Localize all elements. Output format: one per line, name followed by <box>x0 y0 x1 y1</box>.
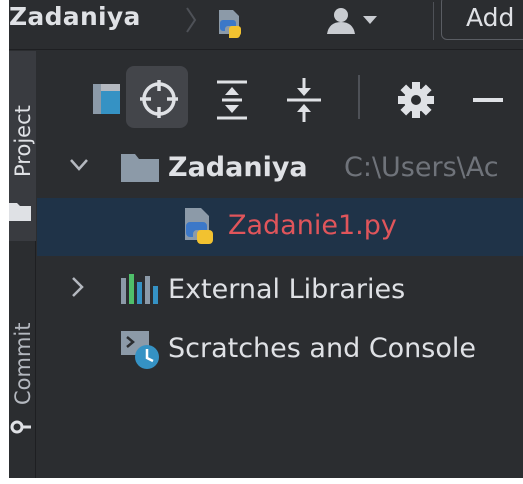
project-root-path: C:\Users\Ac <box>344 152 499 183</box>
external-libraries-label: External Libraries <box>168 274 406 305</box>
tree-row-scratches[interactable]: Scratches and Console <box>37 321 523 379</box>
chevron-down-icon[interactable] <box>69 158 89 172</box>
screenshot-frame: Zadaniya Add Project Commit Zadaniya C:\… <box>0 0 523 484</box>
tree-row-file[interactable]: Zadanie1.py <box>37 198 523 256</box>
tree-row-external-libraries[interactable]: External Libraries <box>37 262 523 320</box>
locate-icon <box>140 80 178 118</box>
scratches-label: Scratches and Console <box>168 333 476 364</box>
folder-icon <box>121 154 159 182</box>
chevron-right-icon[interactable] <box>71 276 85 298</box>
expand-all-icon <box>217 80 247 120</box>
ide-window: Zadaniya Add Project Commit Zadaniya C:\… <box>9 0 523 478</box>
project-root-name: Zadaniya <box>168 152 308 183</box>
hide-button[interactable] <box>457 66 519 128</box>
settings-button[interactable] <box>385 66 447 128</box>
collapse-all-icon <box>287 78 321 122</box>
project-name[interactable]: Zadaniya <box>9 2 141 31</box>
folder-icon <box>9 203 31 221</box>
locate-file-button[interactable] <box>126 66 188 128</box>
project-tree: Zadaniya C:\Users\Ac Zadanie1.py Externa… <box>37 140 523 478</box>
breadcrumb-separator-icon <box>186 7 197 33</box>
project-tool-window-tab[interactable]: Project <box>9 51 36 241</box>
scratches-icon <box>121 331 159 369</box>
project-tab-label: Project <box>11 105 35 177</box>
python-file-icon[interactable] <box>215 8 249 38</box>
hide-icon <box>473 98 503 102</box>
add-configuration-button[interactable]: Add <box>441 0 523 40</box>
navigation-bar: Zadaniya Add <box>9 0 523 50</box>
library-icon <box>121 274 158 304</box>
user-icon[interactable] <box>321 6 385 36</box>
commit-icon <box>10 420 31 434</box>
navbar-divider <box>433 2 434 40</box>
project-toolbar <box>37 61 523 131</box>
gear-icon <box>398 82 434 118</box>
add-configuration-label: Add <box>466 3 515 32</box>
collapse-all-button[interactable] <box>273 66 335 128</box>
commit-tab-label: Commit <box>11 322 35 406</box>
expand-all-button[interactable] <box>201 66 263 128</box>
toolbar-divider <box>358 75 360 119</box>
file-name: Zadanie1.py <box>228 210 397 241</box>
tool-window-strip: Project Commit <box>9 51 36 478</box>
tree-row-project-root[interactable]: Zadaniya C:\Users\Ac <box>37 140 523 198</box>
python-file-icon <box>185 208 213 244</box>
